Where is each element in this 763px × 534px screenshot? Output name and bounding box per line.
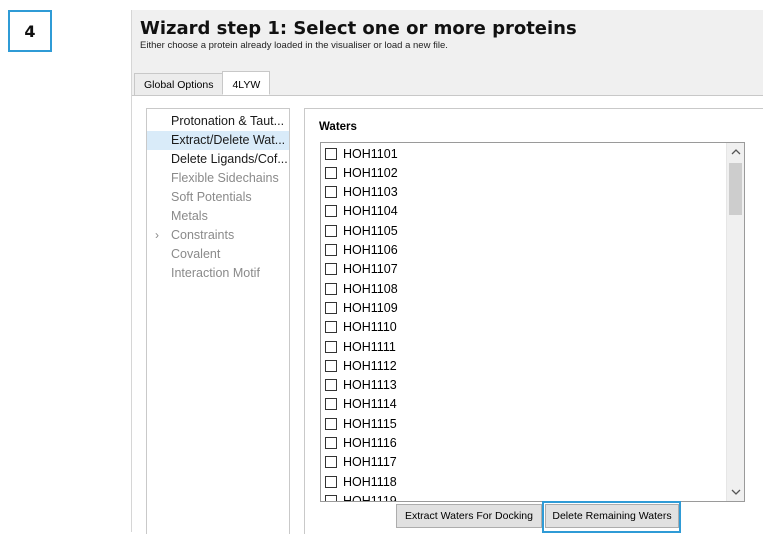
- water-checkbox[interactable]: [325, 359, 337, 372]
- water-label: HOH1101: [343, 146, 398, 161]
- tab-4lyw[interactable]: 4LYW: [222, 71, 271, 95]
- water-checkbox[interactable]: [325, 147, 337, 160]
- wizard-title: Wizard step 1: Select one or more protei…: [140, 18, 577, 39]
- water-list-item[interactable]: HOH1108: [325, 279, 398, 298]
- tree-item-label: Extract/Delete Wat...: [171, 133, 286, 147]
- chevron-right-icon[interactable]: ›: [155, 226, 159, 245]
- water-list-item[interactable]: HOH1114: [325, 395, 397, 414]
- water-list-item[interactable]: HOH1104: [325, 202, 398, 221]
- water-label: HOH1103: [343, 185, 398, 200]
- water-list-item[interactable]: HOH1116: [325, 434, 397, 453]
- tree-item[interactable]: Covalent: [147, 245, 289, 264]
- water-checkbox[interactable]: [325, 475, 337, 488]
- water-checkbox[interactable]: [325, 456, 337, 469]
- water-label: HOH1113: [343, 378, 397, 393]
- water-list-item[interactable]: HOH1112: [325, 356, 397, 375]
- tree-item-label: Delete Ligands/Cof...: [171, 152, 288, 166]
- water-label: HOH1116: [343, 436, 397, 450]
- step-number-badge: 4: [8, 10, 52, 52]
- scrollbar-thumb[interactable]: [729, 163, 742, 215]
- water-label: HOH1105: [343, 223, 398, 238]
- tree-item[interactable]: Interaction Motif: [147, 264, 289, 283]
- water-label: HOH1104: [343, 204, 398, 219]
- water-checkbox[interactable]: [325, 321, 337, 334]
- water-label: HOH1110: [343, 320, 397, 335]
- extract-waters-button[interactable]: Extract Waters For Docking: [396, 504, 542, 528]
- water-label: HOH1111: [343, 339, 396, 354]
- chevron-down-icon: [731, 489, 740, 495]
- waters-label: Waters: [319, 121, 357, 133]
- options-tree: Protonation & Taut... Extract/Delete Wat.…: [146, 108, 290, 534]
- wizard-header: Wizard step 1: Select one or more protei…: [132, 10, 763, 60]
- water-list-item[interactable]: HOH1110: [325, 318, 397, 337]
- chevron-up-icon: [731, 149, 740, 155]
- tree-item-label: Soft Potentials: [171, 190, 252, 204]
- tab-global-options[interactable]: Global Options: [134, 73, 224, 95]
- water-list-item[interactable]: HOH1113: [325, 376, 397, 395]
- tree-item[interactable]: Protonation & Taut...: [147, 112, 289, 131]
- water-label: HOH1109: [343, 300, 398, 315]
- water-list-item[interactable]: HOH1109: [325, 298, 398, 317]
- tab-panel: Protonation & Taut... Extract/Delete Wat.…: [132, 95, 763, 534]
- water-list-item[interactable]: HOH1117: [325, 453, 397, 472]
- water-list-item[interactable]: HOH1107: [325, 260, 398, 279]
- water-list-item[interactable]: HOH1101: [325, 144, 398, 163]
- waters-panel: Waters HOH1101 HOH1102 HOH1103 HOH1104 HOH11…: [304, 108, 763, 534]
- water-list-item[interactable]: HOH1102: [325, 163, 398, 182]
- water-label: HOH1115: [343, 416, 397, 431]
- waters-list[interactable]: HOH1101 HOH1102 HOH1103 HOH1104 HOH1105 HOH11…: [320, 142, 745, 502]
- water-list-item[interactable]: HOH1103: [325, 183, 398, 202]
- water-checkbox[interactable]: [325, 244, 337, 256]
- water-label: HOH1117: [343, 455, 397, 470]
- wizard-subtitle: Either choose a protein already loaded i…: [140, 40, 448, 51]
- tree-item[interactable]: Extract/Delete Wat...: [147, 131, 289, 150]
- highlight-box: [542, 501, 681, 533]
- water-checkbox[interactable]: [325, 282, 337, 295]
- water-list-item[interactable]: HOH1106: [325, 241, 398, 260]
- tree-item[interactable]: Flexible Sidechains: [147, 169, 289, 188]
- water-label: HOH1114: [343, 397, 397, 412]
- water-checkbox[interactable]: [325, 166, 337, 179]
- water-label: HOH1119: [343, 493, 397, 502]
- tree-item-label: Interaction Motif: [171, 266, 260, 280]
- water-label: HOH1106: [343, 243, 398, 257]
- scroll-down-button[interactable]: [727, 484, 744, 501]
- water-checkbox[interactable]: [325, 186, 337, 199]
- tree-item-label: Flexible Sidechains: [171, 171, 279, 185]
- water-label: HOH1108: [343, 281, 398, 296]
- water-checkbox[interactable]: [325, 301, 337, 314]
- tree-item-label: Metals: [171, 209, 208, 223]
- water-list-item[interactable]: HOH1119: [325, 491, 397, 502]
- step-number: 4: [24, 21, 36, 41]
- tree-item[interactable]: › Constraints: [147, 226, 289, 245]
- docking-wizard-window: Wizard step 1: Select one or more protei…: [131, 10, 763, 534]
- water-label: HOH1112: [343, 358, 397, 373]
- water-checkbox[interactable]: [325, 263, 337, 276]
- water-label: HOH1102: [343, 165, 398, 180]
- waters-scrollbar[interactable]: [726, 143, 744, 501]
- water-checkbox[interactable]: [325, 379, 337, 392]
- tree-item-label: Constraints: [171, 228, 235, 242]
- water-list-item[interactable]: HOH1111: [325, 337, 396, 356]
- water-list-item[interactable]: HOH1118: [325, 472, 397, 491]
- water-checkbox[interactable]: [325, 340, 337, 353]
- tree-item-label: Covalent: [171, 247, 221, 261]
- water-checkbox[interactable]: [325, 398, 337, 411]
- tree-item-label: Protonation & Taut...: [171, 114, 285, 128]
- water-label: HOH1118: [343, 474, 397, 489]
- water-checkbox[interactable]: [325, 494, 337, 501]
- water-checkbox[interactable]: [325, 205, 337, 218]
- water-checkbox[interactable]: [325, 417, 337, 430]
- water-checkbox[interactable]: [325, 224, 337, 237]
- scroll-up-button[interactable]: [727, 143, 744, 160]
- tree-item[interactable]: Delete Ligands/Cof...: [147, 150, 289, 169]
- tree-item[interactable]: Soft Potentials: [147, 188, 289, 207]
- water-list-item[interactable]: HOH1115: [325, 414, 397, 433]
- water-label: HOH1107: [343, 262, 398, 277]
- water-checkbox[interactable]: [325, 437, 337, 449]
- tab-bar: Global Options 4LYW: [134, 71, 271, 96]
- water-list-item[interactable]: HOH1105: [325, 221, 398, 240]
- tree-item[interactable]: Metals: [147, 207, 289, 226]
